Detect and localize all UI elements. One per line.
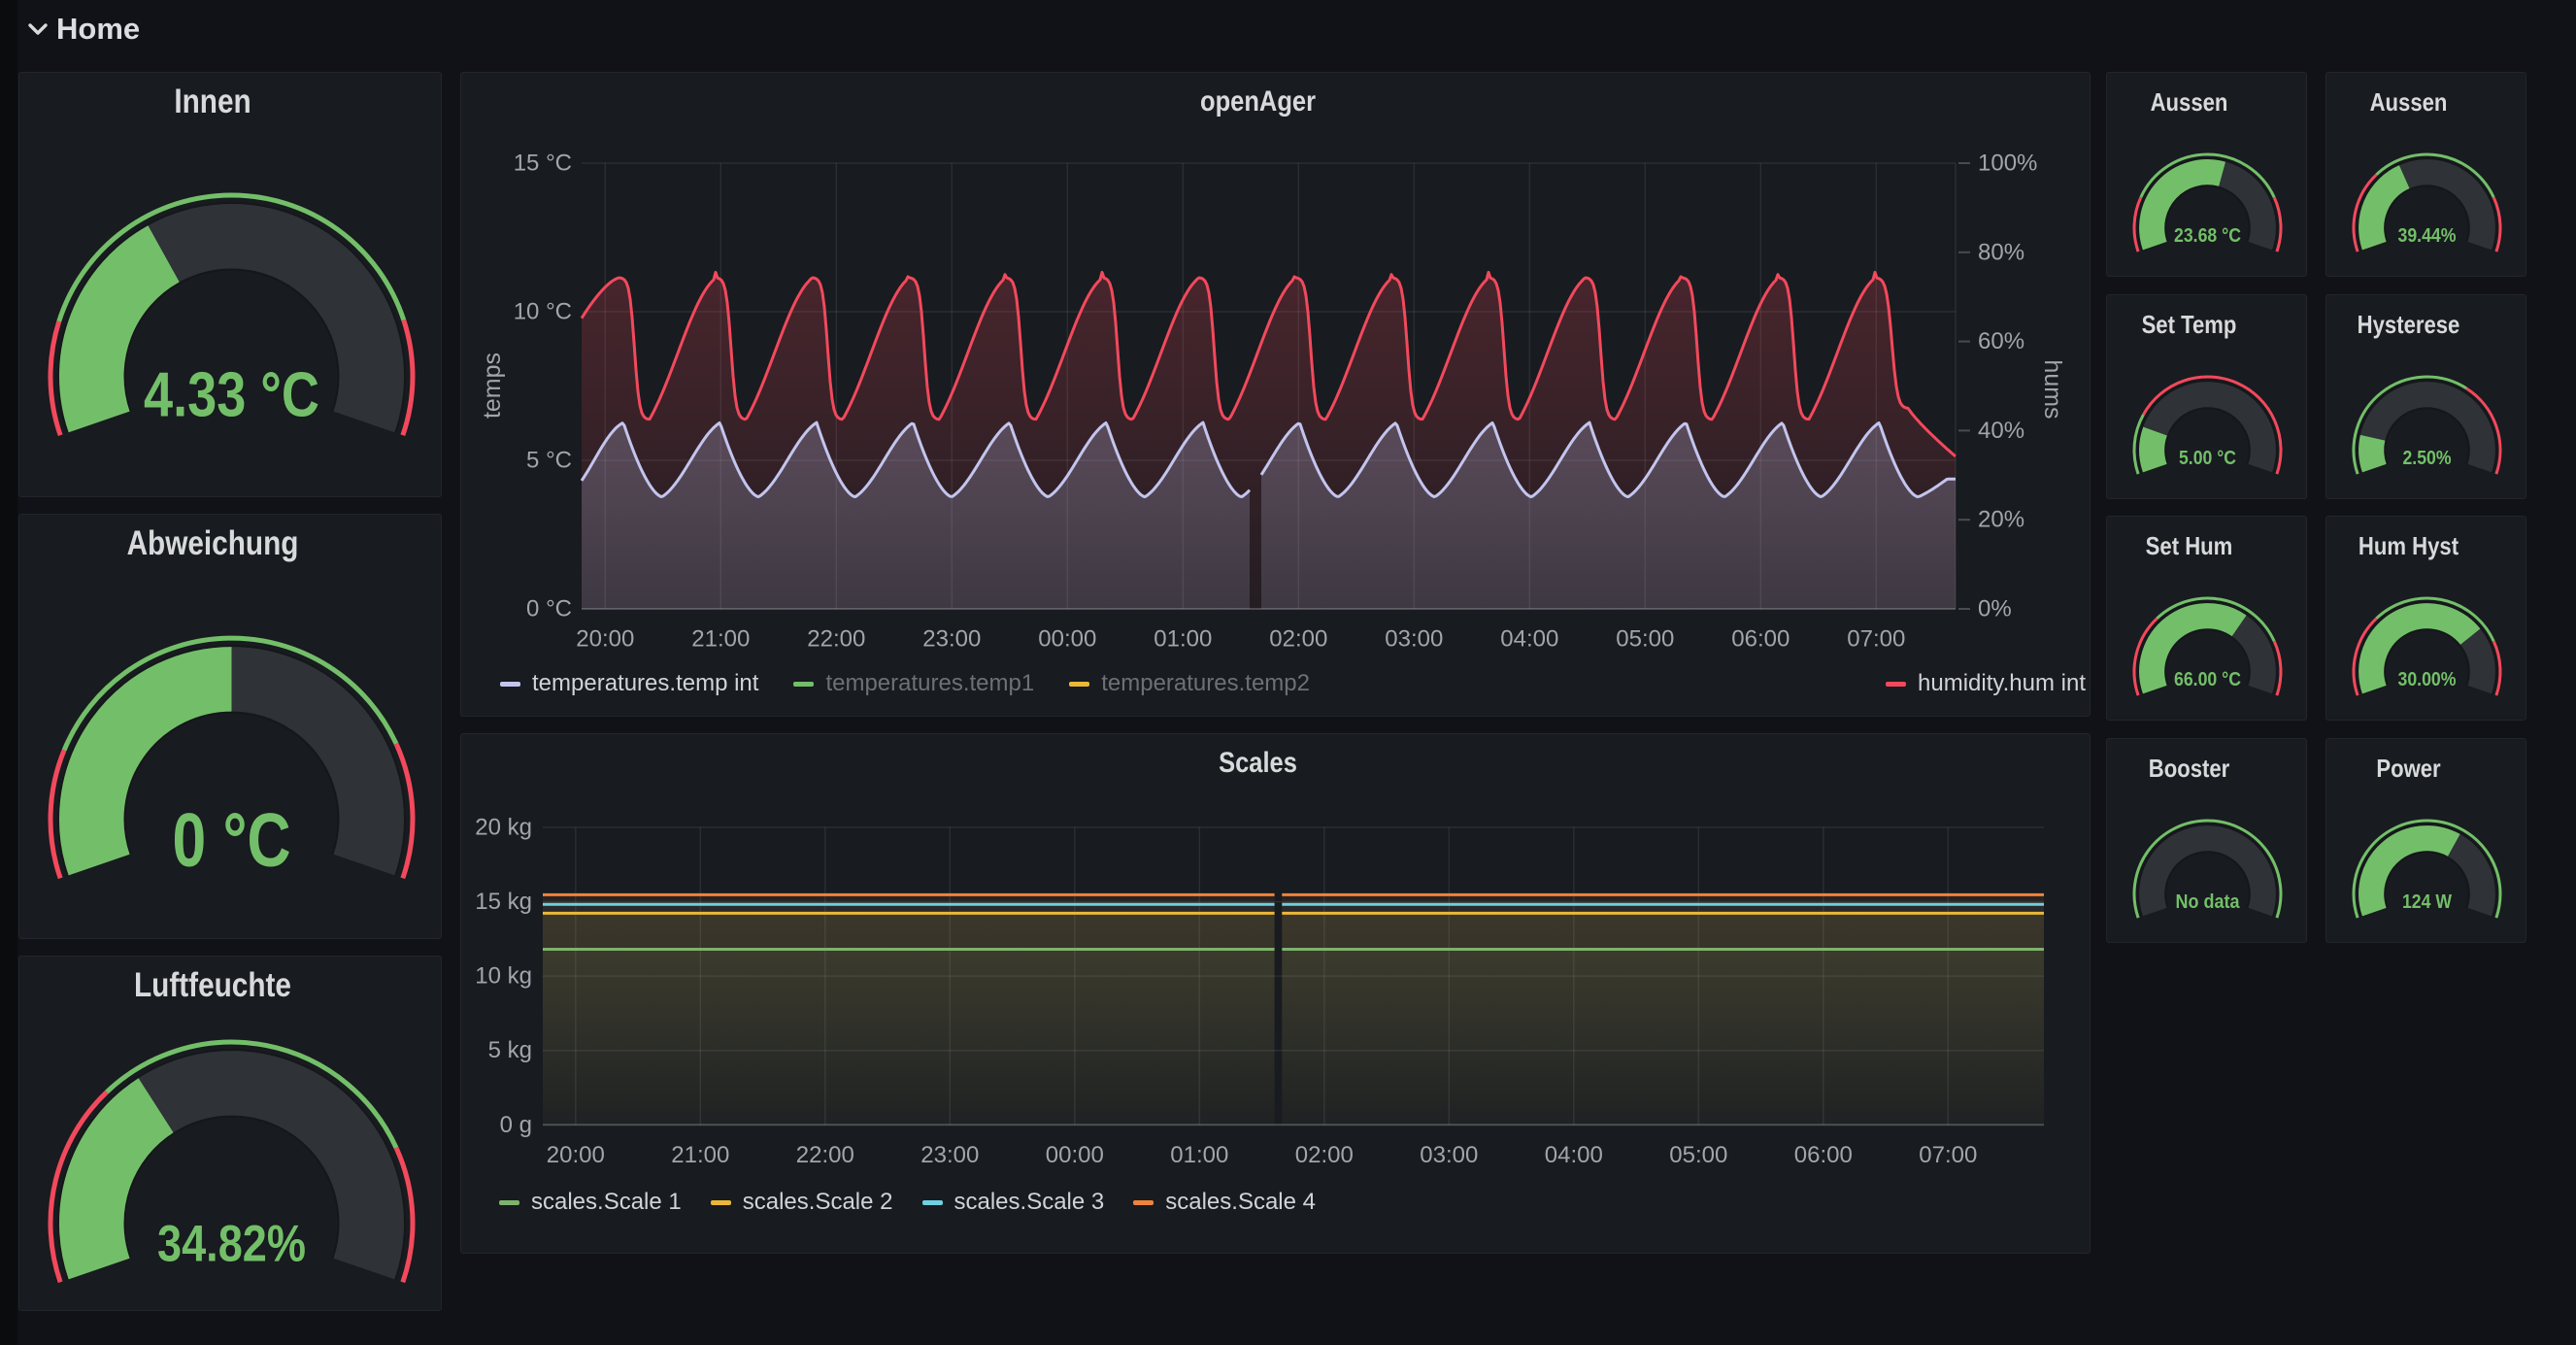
svg-text:00:00: 00:00 (1046, 1142, 1104, 1168)
svg-text:04:00: 04:00 (1500, 626, 1558, 653)
svg-text:23.68 °C: 23.68 °C (2174, 225, 2241, 247)
svg-text:60%: 60% (1978, 328, 2024, 354)
svg-text:0%: 0% (1978, 596, 2012, 622)
svg-text:30.00%: 30.00% (2398, 669, 2457, 690)
svg-text:No data: No data (2176, 891, 2241, 913)
svg-text:07:00: 07:00 (1847, 626, 1905, 653)
svg-text:66.00 °C: 66.00 °C (2174, 669, 2241, 690)
svg-text:5 kg: 5 kg (488, 1037, 532, 1063)
svg-text:80%: 80% (1978, 239, 2024, 265)
svg-text:03:00: 03:00 (1420, 1142, 1478, 1168)
svg-text:100%: 100% (1978, 151, 2037, 177)
svg-text:02:00: 02:00 (1295, 1142, 1354, 1168)
svg-text:15 °C: 15 °C (514, 151, 572, 177)
svg-text:21:00: 21:00 (671, 1142, 729, 1168)
svg-text:20 kg: 20 kg (475, 814, 532, 840)
svg-text:hums: hums (2039, 359, 2066, 419)
svg-text:00:00: 00:00 (1038, 626, 1096, 653)
svg-text:23:00: 23:00 (920, 1142, 979, 1168)
svg-text:5.00 °C: 5.00 °C (2179, 448, 2236, 469)
svg-text:20:00: 20:00 (576, 626, 634, 653)
svg-text:22:00: 22:00 (807, 626, 865, 653)
svg-text:10 °C: 10 °C (514, 299, 572, 325)
svg-text:04:00: 04:00 (1545, 1142, 1603, 1168)
svg-text:21:00: 21:00 (691, 626, 750, 653)
svg-text:03:00: 03:00 (1385, 626, 1443, 653)
svg-text:23:00: 23:00 (922, 626, 981, 653)
svg-text:temps: temps (479, 353, 506, 419)
svg-text:20%: 20% (1978, 507, 2024, 533)
svg-text:0 °C: 0 °C (173, 796, 291, 882)
svg-text:15 kg: 15 kg (475, 889, 532, 915)
svg-text:05:00: 05:00 (1669, 1142, 1727, 1168)
svg-text:01:00: 01:00 (1154, 626, 1212, 653)
svg-text:05:00: 05:00 (1616, 626, 1674, 653)
svg-text:06:00: 06:00 (1731, 626, 1790, 653)
svg-text:10 kg: 10 kg (475, 963, 532, 990)
svg-text:124 W: 124 W (2402, 891, 2452, 913)
svg-text:40%: 40% (1978, 418, 2024, 444)
svg-text:5 °C: 5 °C (526, 448, 572, 474)
svg-text:20:00: 20:00 (547, 1142, 605, 1168)
svg-text:0 °C: 0 °C (526, 596, 572, 622)
svg-text:2.50%: 2.50% (2403, 448, 2452, 469)
svg-text:22:00: 22:00 (796, 1142, 854, 1168)
svg-text:07:00: 07:00 (1919, 1142, 1977, 1168)
svg-text:34.82%: 34.82% (157, 1216, 306, 1273)
svg-text:39.44%: 39.44% (2398, 225, 2457, 247)
svg-text:4.33 °C: 4.33 °C (144, 358, 319, 429)
svg-text:0 g: 0 g (500, 1112, 532, 1138)
svg-text:01:00: 01:00 (1170, 1142, 1228, 1168)
svg-text:02:00: 02:00 (1269, 626, 1327, 653)
svg-text:06:00: 06:00 (1794, 1142, 1853, 1168)
